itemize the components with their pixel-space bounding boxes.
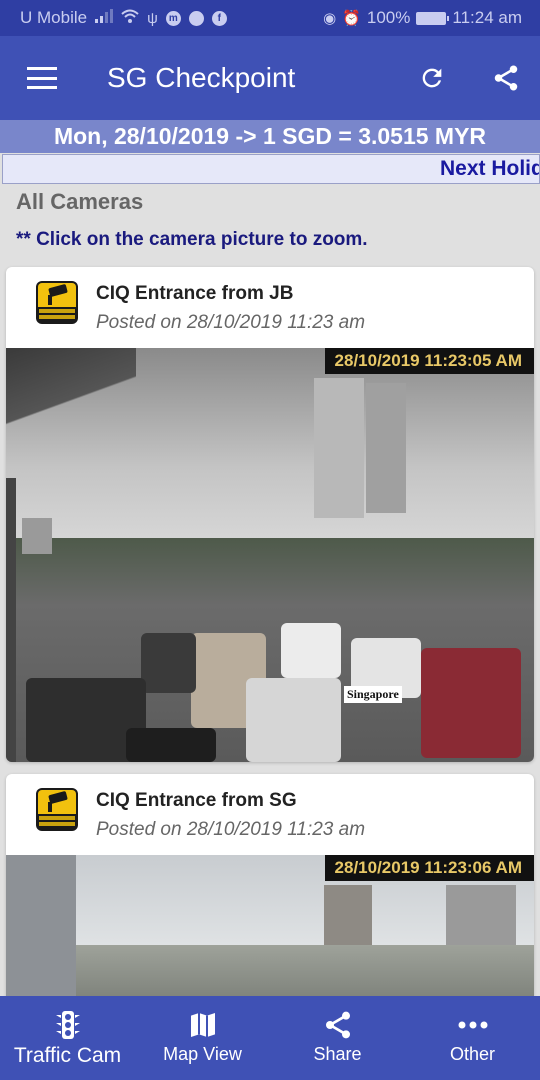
card-header: CIQ Entrance from SG Posted on 28/10/201… (6, 774, 534, 855)
map-icon (190, 1013, 215, 1037)
section-title: All Cameras (16, 189, 144, 214)
share-icon (494, 65, 518, 91)
marquee-text: Next Holid (440, 157, 540, 180)
checkpoint-logo-icon (36, 281, 78, 324)
camera-timestamp: 28/10/2019 11:23:06 AM (324, 855, 534, 881)
refresh-button[interactable] (412, 58, 452, 98)
status-bar: U Mobile ψ m f ◉ ⏰ 100% 11:24 am (0, 0, 540, 36)
camera-card: CIQ Entrance from SG Posted on 28/10/201… (6, 774, 534, 1004)
nav-share[interactable]: Share (270, 996, 405, 1080)
bottom-navigation: Traffic Cam Map View Share Other (0, 996, 540, 1080)
signal-icon (95, 9, 114, 27)
checkpoint-logo-icon (36, 788, 78, 831)
eye-icon: ◉ (323, 10, 337, 27)
menu-icon[interactable] (27, 67, 57, 89)
camera-title: CIQ Entrance from JB (96, 283, 294, 304)
nav-other[interactable]: Other (405, 996, 540, 1080)
facebook-icon: f (211, 10, 227, 26)
app-title: SG Checkpoint (107, 62, 296, 93)
zoom-hint: ** Click on the camera picture to zoom. (16, 229, 368, 250)
nav-label: Map View (163, 1044, 242, 1064)
share-icon (325, 1011, 350, 1039)
camera-image[interactable]: 28/10/2019 11:23:05 AM Singapore (6, 348, 534, 762)
alarm-icon: ⏰ (342, 10, 361, 27)
camera-card: CIQ Entrance from JB Posted on 28/10/201… (6, 267, 534, 762)
carrier-name: U Mobile (20, 8, 88, 27)
camera-title: CIQ Entrance from SG (96, 790, 297, 811)
nav-label: Other (449, 1044, 496, 1064)
wifi-icon (121, 9, 139, 27)
exchange-rate-banner: Mon, 28/10/2019 -> 1 SGD = 3.0515 MYR (0, 120, 540, 153)
holiday-marquee: Next Holid (2, 154, 540, 184)
messenger-icon: m (165, 10, 181, 26)
direction-label: Singapore (344, 686, 402, 703)
usb-icon: ψ (147, 9, 158, 27)
nav-label: Share (313, 1044, 362, 1064)
nav-traffic-cam[interactable]: Traffic Cam (0, 996, 135, 1080)
more-horizontal-icon (458, 1021, 487, 1029)
traffic-light-icon (55, 1011, 80, 1039)
chat-icon (188, 10, 204, 26)
nav-map-view[interactable]: Map View (135, 996, 270, 1080)
clock: 11:24 am (452, 8, 522, 27)
battery-percent: 100% (366, 8, 411, 27)
battery-icon (416, 11, 450, 25)
nav-label: Traffic Cam (13, 1044, 122, 1067)
camera-timestamp: 28/10/2019 11:23:05 AM (324, 348, 534, 374)
camera-image[interactable]: 28/10/2019 11:23:06 AM (6, 855, 534, 1004)
camera-posted-time: Posted on 28/10/2019 11:23 am (96, 312, 366, 333)
camera-posted-time: Posted on 28/10/2019 11:23 am (96, 819, 366, 840)
card-header: CIQ Entrance from JB Posted on 28/10/201… (6, 267, 534, 348)
share-button[interactable] (486, 58, 526, 98)
refresh-icon (422, 68, 442, 88)
app-bar: SG Checkpoint (0, 36, 540, 120)
